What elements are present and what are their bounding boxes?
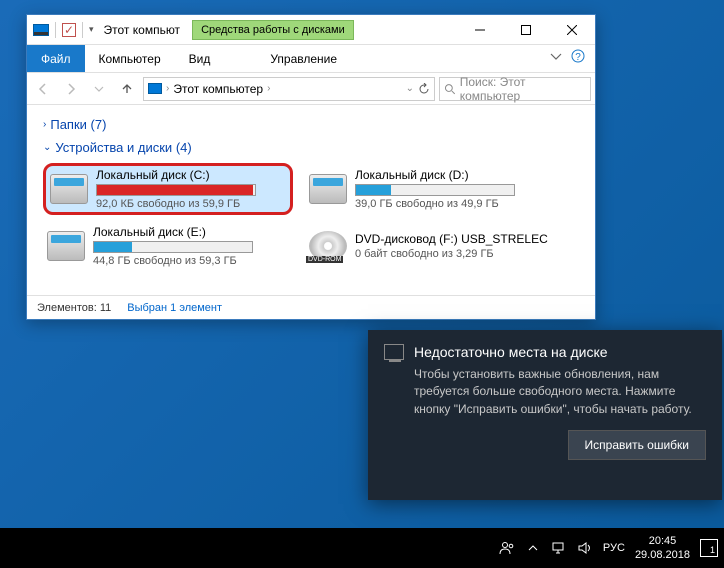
qat-dropdown[interactable]: ▾ — [89, 24, 94, 35]
computer-icon — [148, 83, 162, 94]
breadcrumb-segment[interactable]: Этот компьютер — [173, 82, 263, 96]
window-controls — [457, 15, 595, 45]
low-disk-space-notification[interactable]: Недостаточно места на диске Чтобы устано… — [368, 330, 722, 500]
drive-capacity-bar — [93, 241, 253, 253]
clock-date: 29.08.2018 — [635, 548, 690, 562]
close-button[interactable] — [549, 15, 595, 45]
section-label: Папки — [50, 117, 87, 132]
language-indicator[interactable]: РУС — [603, 542, 625, 554]
clock-time: 20:45 — [635, 534, 690, 548]
nav-up-button[interactable] — [115, 77, 139, 101]
taskbar: РУС 20:45 29.08.2018 — [0, 528, 724, 568]
volume-icon[interactable] — [577, 540, 593, 556]
drive-free-text: 92,0 КБ свободно из 59,9 ГБ — [96, 198, 286, 210]
section-count: (7) — [91, 117, 107, 132]
explorer-window: ✓ ▾ Этот компьют Средства работы с диска… — [26, 14, 596, 320]
tab-view[interactable]: Вид — [175, 45, 225, 72]
drive-capacity-bar — [355, 184, 515, 196]
contextual-tab-drive-tools[interactable]: Средства работы с дисками — [192, 20, 354, 40]
search-icon — [444, 83, 456, 95]
ribbon-expand-help[interactable]: ? — [539, 45, 595, 72]
status-selection: Выбран 1 элемент — [127, 302, 222, 314]
maximize-button[interactable] — [503, 15, 549, 45]
tab-manage[interactable]: Управление — [256, 45, 351, 72]
section-devices[interactable]: ⌄ Устройства и диски (4) — [43, 140, 579, 155]
drive-name: Локальный диск (D:) — [355, 168, 551, 182]
drive-free-text: 39,0 ГБ свободно из 49,9 ГБ — [355, 198, 551, 210]
fix-errors-button[interactable]: Исправить ошибки — [568, 430, 706, 460]
svg-text:?: ? — [575, 52, 581, 63]
search-placeholder: Поиск: Этот компьютер — [460, 75, 586, 103]
hard-drive-icon — [47, 231, 85, 261]
separator — [55, 22, 56, 38]
drive-info: DVD-дисковод (F:) USB_STRELEC 0 байт своб… — [355, 232, 551, 260]
chevron-down-icon: ⌄ — [43, 142, 51, 153]
nav-back-button[interactable] — [31, 77, 55, 101]
chevron-right-icon: › — [43, 119, 46, 130]
address-bar-row: › Этот компьютер › ⌄ Поиск: Этот компьют… — [27, 73, 595, 105]
section-count: (4) — [176, 140, 192, 155]
notification-body: Чтобы установить важные обновления, нам … — [414, 366, 706, 418]
section-label: Устройства и диски — [55, 140, 172, 155]
separator — [82, 22, 83, 38]
address-bar[interactable]: › Этот компьютер › ⌄ — [143, 77, 435, 101]
clock[interactable]: 20:45 29.08.2018 — [635, 534, 690, 563]
titlebar[interactable]: ✓ ▾ Этот компьют Средства работы с диска… — [27, 15, 595, 45]
drive-item[interactable]: Локальный диск (C:) 92,0 КБ свободно из 5… — [43, 163, 293, 215]
drive-name: DVD-дисковод (F:) USB_STRELEC — [355, 232, 551, 246]
hard-drive-icon — [50, 174, 88, 204]
search-input[interactable]: Поиск: Этот компьютер — [439, 77, 591, 101]
notification-title: Недостаточно места на диске — [414, 344, 608, 360]
chevron-right-icon[interactable]: › — [267, 83, 270, 94]
hard-drive-icon — [309, 174, 347, 204]
section-folders[interactable]: › Папки (7) — [43, 117, 579, 132]
tab-file[interactable]: Файл — [27, 45, 85, 72]
drive-name: Локальный диск (E:) — [93, 225, 289, 239]
minimize-button[interactable] — [457, 15, 503, 45]
window-title: Этот компьют — [104, 23, 181, 37]
drive-info: Локальный диск (C:) 92,0 КБ свободно из 5… — [96, 168, 286, 210]
refresh-icon[interactable] — [418, 83, 430, 95]
address-dropdown[interactable]: ⌄ — [406, 83, 414, 95]
computer-icon — [33, 24, 49, 36]
drive-info: Локальный диск (E:) 44,8 ГБ свободно из 5… — [93, 225, 289, 267]
tray-overflow-icon[interactable] — [525, 540, 541, 556]
drive-free-text: 0 байт свободно из 3,29 ГБ — [355, 248, 551, 260]
drive-free-text: 44,8 ГБ свободно из 59,3 ГБ — [93, 255, 289, 267]
ribbon-tabs: Файл Компьютер Вид Управление ? — [27, 45, 595, 73]
drive-capacity-bar — [96, 184, 256, 196]
nav-recent-dropdown[interactable] — [87, 77, 111, 101]
chevron-right-icon[interactable]: › — [166, 83, 169, 94]
status-bar: Элементов: 11 Выбран 1 элемент — [27, 295, 595, 319]
status-item-count: Элементов: 11 — [37, 302, 111, 314]
nav-forward-button[interactable] — [59, 77, 83, 101]
quick-access-toolbar: ✓ ▾ Этот компьют Средства работы с диска… — [27, 20, 354, 40]
monitor-icon — [384, 344, 404, 360]
drive-item[interactable]: Локальный диск (D:) 39,0 ГБ свободно из 4… — [305, 163, 555, 215]
drive-info: Локальный диск (D:) 39,0 ГБ свободно из 4… — [355, 168, 551, 210]
drive-item[interactable]: DVD-дисковод (F:) USB_STRELEC 0 байт своб… — [305, 221, 555, 271]
drives-grid: Локальный диск (C:) 92,0 КБ свободно из 5… — [43, 163, 579, 271]
dvd-drive-icon — [309, 231, 347, 261]
people-icon[interactable] — [499, 540, 515, 556]
tab-computer[interactable]: Компьютер — [85, 45, 175, 72]
action-center-icon[interactable] — [700, 539, 718, 557]
properties-icon[interactable]: ✓ — [62, 23, 76, 37]
content-pane: › Папки (7) ⌄ Устройства и диски (4) Лок… — [27, 105, 595, 295]
system-tray: РУС 20:45 29.08.2018 — [499, 534, 724, 563]
drive-name: Локальный диск (C:) — [96, 168, 286, 182]
network-icon[interactable] — [551, 540, 567, 556]
drive-item[interactable]: Локальный диск (E:) 44,8 ГБ свободно из 5… — [43, 221, 293, 271]
